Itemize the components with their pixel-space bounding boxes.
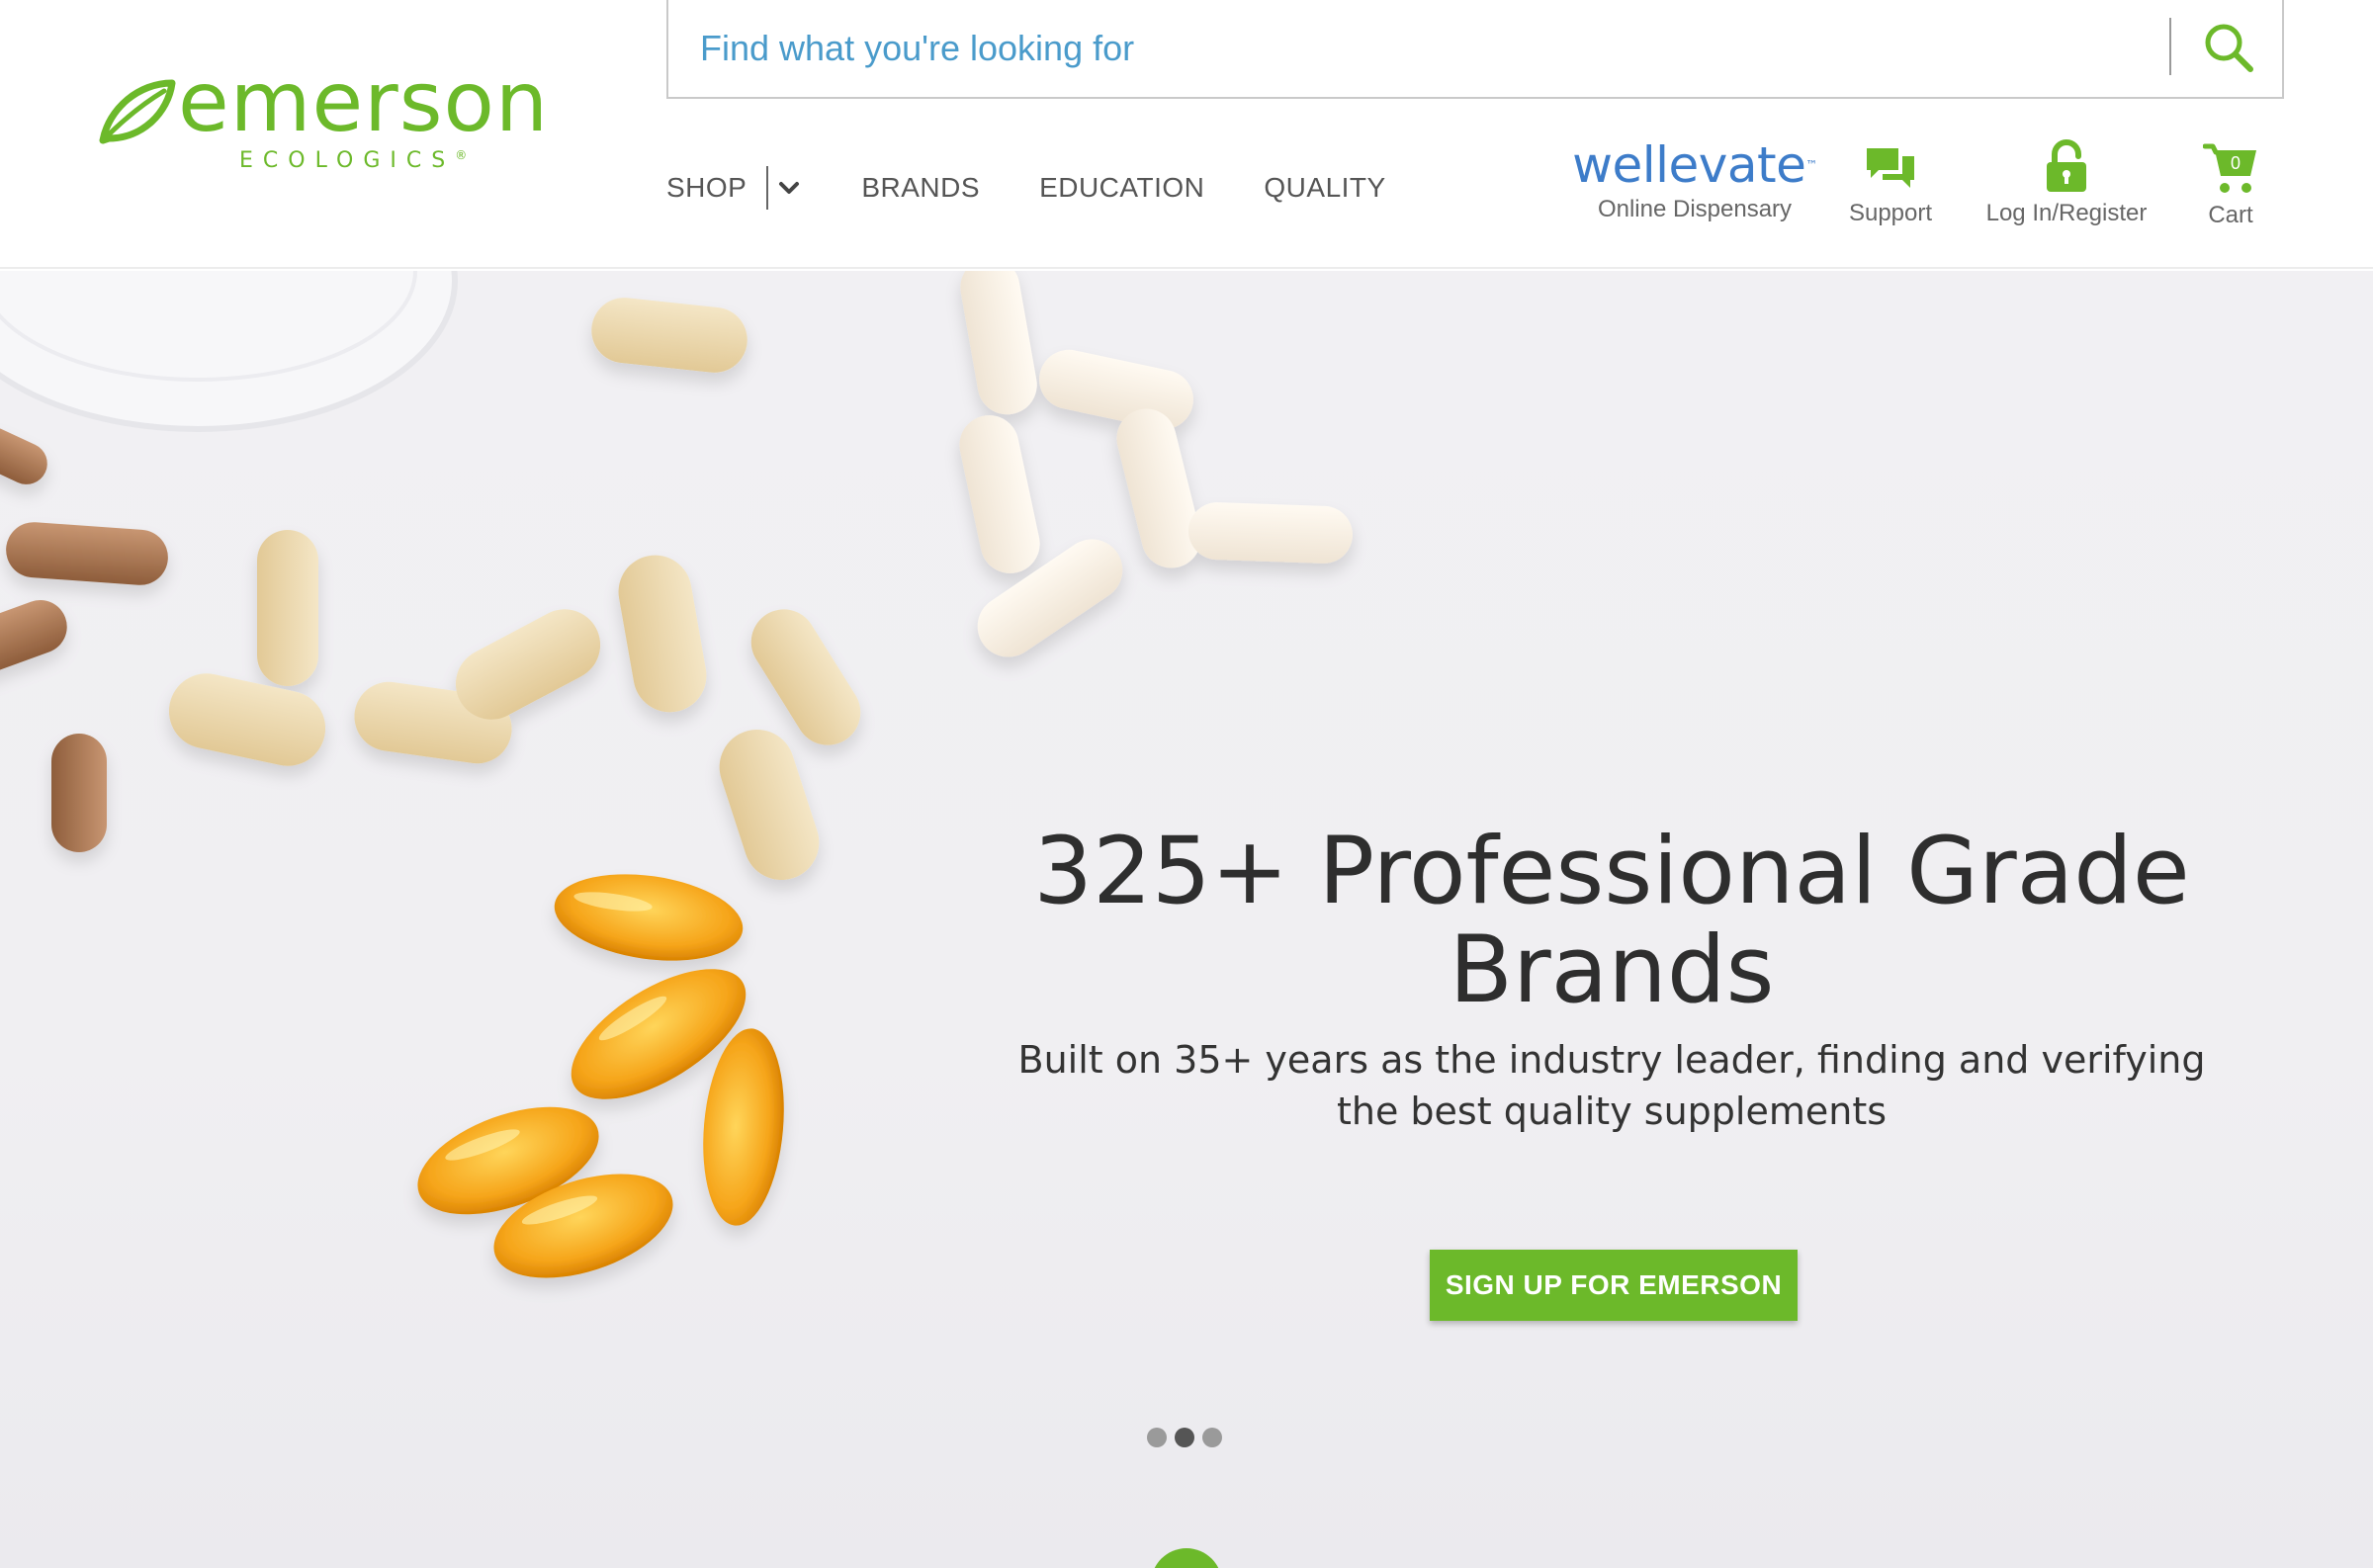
login-label: Log In/Register — [1985, 200, 2148, 226]
support-link[interactable]: Support — [1841, 144, 1940, 227]
hero-subtitle: Built on 35+ years as the industry leade… — [1017, 1038, 2206, 1133]
cart-icon: 0 — [2203, 143, 2256, 193]
carousel-dot-2[interactable] — [1175, 1428, 1194, 1447]
main-nav: SHOP BRANDS EDUCATION QUALITY — [666, 166, 1386, 210]
carousel-indicators — [1147, 1428, 1222, 1447]
hero-title: 325+ Professional Grade Brands — [1033, 818, 2190, 1024]
site-header: emerson ECOLOGICS® SHOP BRANDS EDUCATION… — [0, 0, 2373, 269]
support-label: Support — [1848, 200, 1933, 226]
search-input[interactable] — [698, 20, 2161, 77]
chevron-down-icon — [779, 182, 800, 194]
chat-icon — [1867, 148, 1914, 188]
search-button[interactable] — [2179, 8, 2278, 87]
nav-quality[interactable]: QUALITY — [1264, 172, 1385, 204]
sign-up-button[interactable]: SIGN UP FOR EMERSON — [1430, 1250, 1798, 1321]
emerson-ecologics-logo[interactable]: emerson ECOLOGICS® — [99, 53, 554, 180]
wellevate-link[interactable]: wellevate™ Online Dispensary — [1572, 136, 1817, 223]
cart-label: Cart — [2208, 202, 2253, 228]
carousel-dot-3[interactable] — [1202, 1428, 1222, 1447]
search-bar — [666, 0, 2284, 99]
leaf-icon — [99, 79, 176, 144]
search-divider — [2169, 18, 2171, 75]
nav-education[interactable]: EDUCATION — [1039, 172, 1204, 204]
lock-icon — [2047, 139, 2086, 192]
logo-subtitle: ECOLOGICS® — [239, 148, 468, 173]
carousel-dot-1[interactable] — [1147, 1428, 1167, 1447]
shop-dropdown-toggle[interactable] — [766, 166, 810, 210]
cart-count: 0 — [2231, 153, 2241, 173]
nav-brands[interactable]: BRANDS — [861, 172, 980, 204]
search-icon — [2205, 24, 2253, 72]
login-register-link[interactable]: Log In/Register — [1978, 138, 2155, 227]
nav-shop[interactable]: SHOP — [666, 172, 747, 204]
hero-banner: 325+ Professional Grade Brands Built on … — [0, 271, 2373, 1568]
logo-wordmark: emerson — [178, 53, 550, 150]
cart-link[interactable]: 0 Cart — [2193, 140, 2268, 229]
wellevate-logo: wellevate™ — [1572, 136, 1817, 194]
wellevate-label: Online Dispensary — [1597, 196, 1793, 222]
